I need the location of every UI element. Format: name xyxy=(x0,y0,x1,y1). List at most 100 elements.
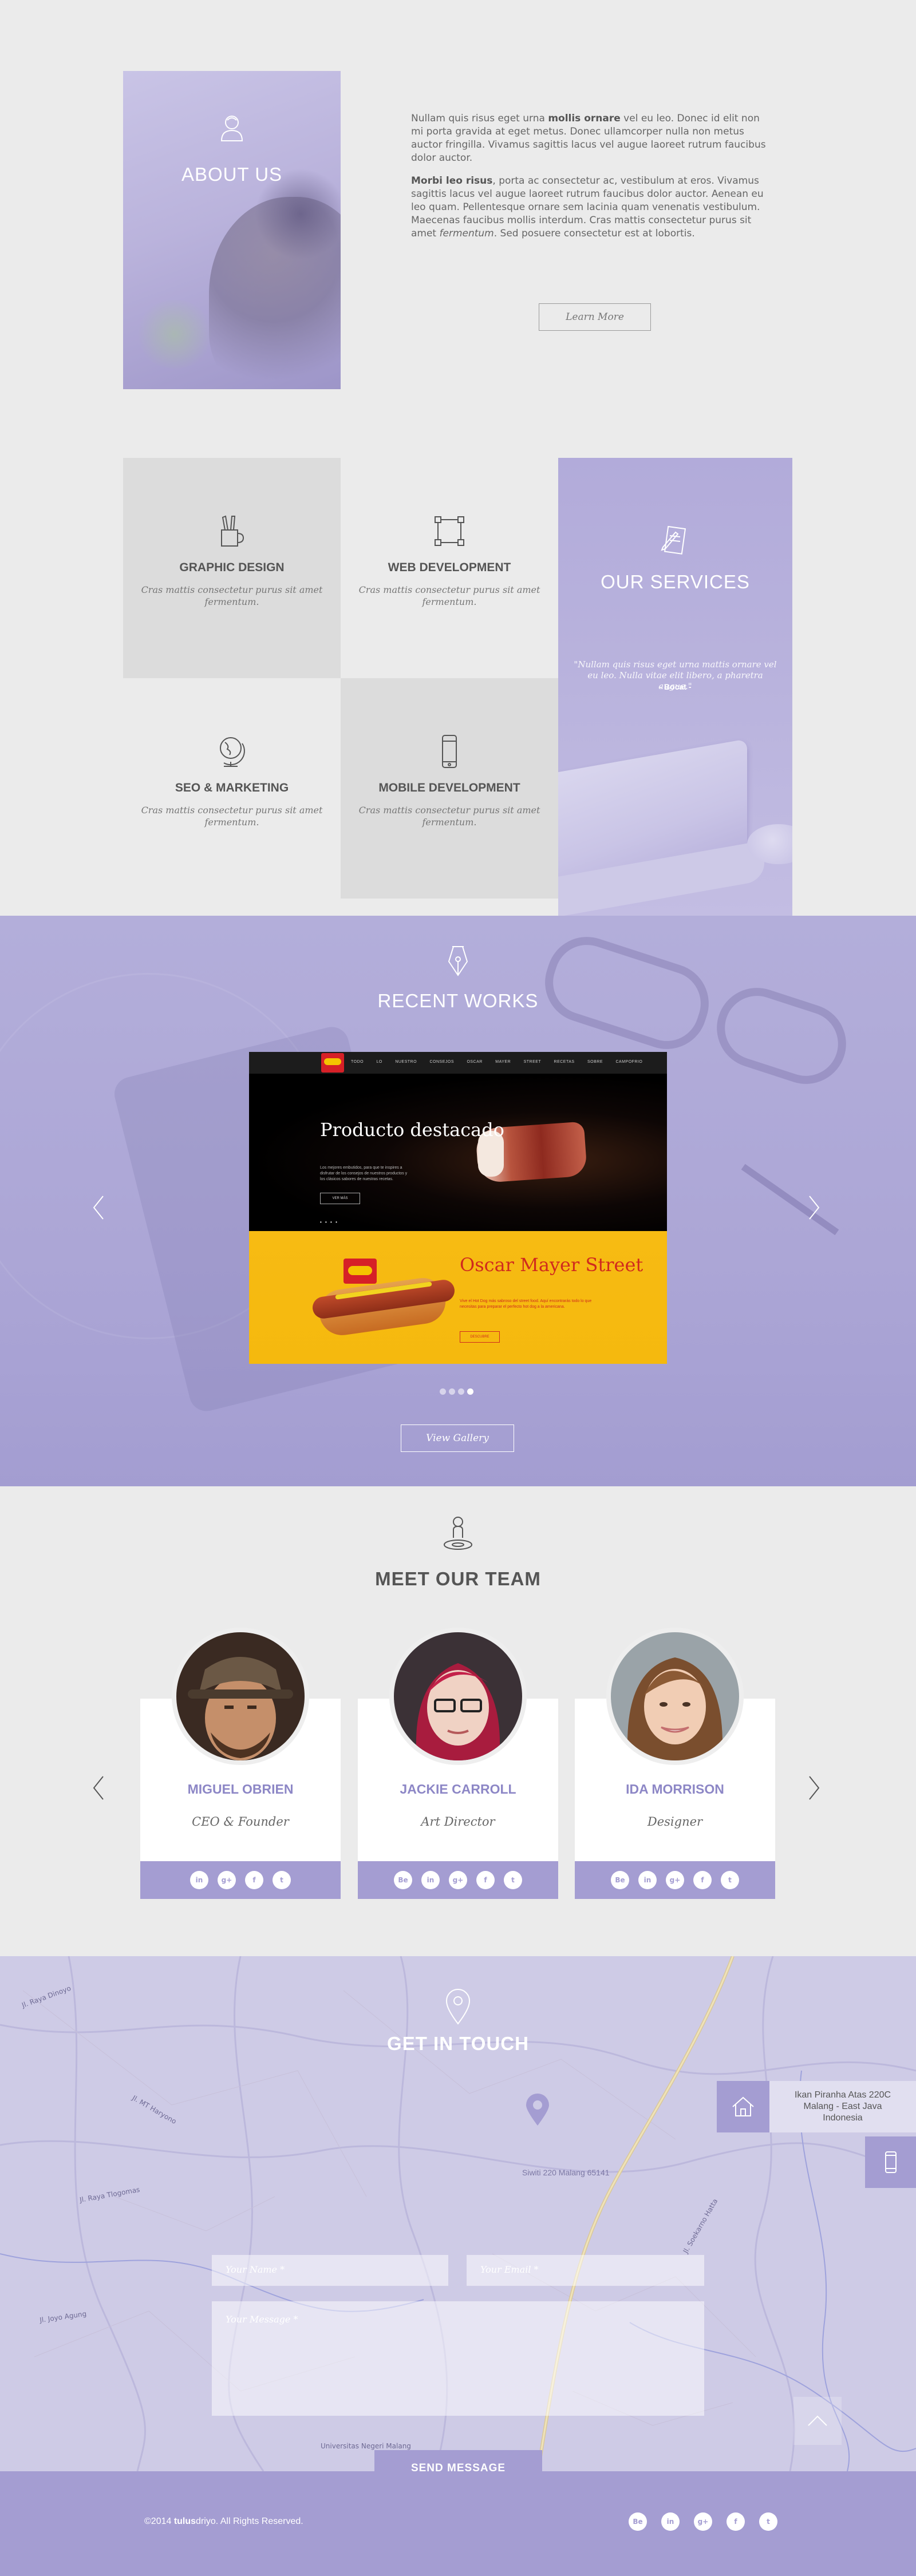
copyright: ©2014 tulusdriyo. All Rights Reserved. xyxy=(144,2516,303,2526)
chevron-right-icon[interactable] xyxy=(807,1774,821,1802)
linkedin-icon[interactable]: in xyxy=(638,1871,657,1889)
member-role: Designer xyxy=(647,1815,703,1829)
services-title: OUR SERVICES xyxy=(601,571,750,592)
svg-text:Universitas Negeri Malang: Universitas Negeri Malang xyxy=(321,2442,411,2450)
map-label: Siwiti 220 Malang 65141 xyxy=(522,2168,610,2177)
service-web-development: WEB DEVELOPMENT Cras mattis consectetur … xyxy=(341,458,558,678)
location-pin-icon xyxy=(445,1989,471,2025)
chevron-left-icon[interactable] xyxy=(92,1774,105,1802)
linkedin-icon[interactable]: in xyxy=(661,2512,680,2531)
member-social: Be in g+ f t xyxy=(358,1861,558,1899)
service-seo-marketing: SEO & MARKETING Cras mattis consectetur … xyxy=(123,678,341,899)
twitter-icon[interactable]: t xyxy=(273,1871,291,1889)
twitter-icon[interactable]: t xyxy=(759,2512,777,2531)
behance-icon[interactable]: Be xyxy=(394,1871,412,1889)
member-social: in g+ f t xyxy=(140,1861,341,1899)
facebook-icon[interactable]: f xyxy=(476,1871,495,1889)
slide-hero-dots: • • • • xyxy=(320,1220,338,1225)
behance-icon[interactable]: Be xyxy=(629,2512,647,2531)
service-title: MOBILE DEVELOPMENT xyxy=(378,781,520,794)
member-name: MIGUEL OBRIEN xyxy=(187,1782,294,1797)
slide-menu: TODO LO NUESTRO CONSEJOS OSCAR MAYER STR… xyxy=(351,1060,643,1064)
twitter-icon[interactable]: t xyxy=(721,1871,739,1889)
service-title: GRAPHIC DESIGN xyxy=(179,561,285,574)
works-slide[interactable]: TODO LO NUESTRO CONSEJOS OSCAR MAYER STR… xyxy=(249,1052,667,1364)
recent-works-section: RECENT WORKS TODO LO NUESTRO CONSEJOS OS… xyxy=(0,916,916,1486)
user-icon xyxy=(220,116,243,141)
team-card: JACKIE CARROLL Art Director Be in g+ f t xyxy=(358,1628,558,1899)
view-gallery-button[interactable]: View Gallery xyxy=(401,1424,514,1452)
smartphone-icon xyxy=(442,735,457,768)
carousel-dot[interactable] xyxy=(458,1388,464,1395)
service-desc: Cras mattis consectetur purus sit amet f… xyxy=(358,584,540,607)
works-title: RECENT WORKS xyxy=(377,990,539,1011)
pen-nib-icon xyxy=(448,946,468,976)
google-plus-icon[interactable]: g+ xyxy=(694,2512,712,2531)
google-plus-icon[interactable]: g+ xyxy=(218,1871,236,1889)
slide-logo xyxy=(321,1053,344,1073)
slide-promo-title: Oscar Mayer Street xyxy=(460,1254,643,1276)
service-desc: Cras mattis consectetur purus sit amet f… xyxy=(141,805,323,828)
phone-icon[interactable] xyxy=(865,2136,916,2188)
carousel-dot[interactable] xyxy=(440,1388,446,1395)
send-message-button[interactable]: SEND MESSAGE xyxy=(374,2450,542,2471)
carousel-dot[interactable] xyxy=(449,1388,455,1395)
member-role: CEO & Founder xyxy=(192,1815,289,1829)
services-panel: OUR SERVICES "Nullam quis risus eget urn… xyxy=(558,458,792,916)
google-plus-icon[interactable]: g+ xyxy=(666,1871,684,1889)
slide-promo: Oscar Mayer Street Vive el Hot Dog más s… xyxy=(249,1231,667,1364)
team-card: IDA MORRISON Designer Be in g+ f t xyxy=(575,1628,775,1899)
document-pen-icon xyxy=(661,525,686,555)
learn-more-button[interactable]: Learn More xyxy=(539,303,651,331)
facebook-icon[interactable]: f xyxy=(693,1871,712,1889)
avatar xyxy=(389,1628,527,1765)
contact-title: GET IN TOUCH xyxy=(387,2033,529,2054)
service-desc: Cras mattis consectetur purus sit amet f… xyxy=(141,584,323,607)
chevron-up-icon xyxy=(808,2415,827,2426)
footer xyxy=(0,2471,916,2576)
vector-square-icon xyxy=(435,516,464,546)
slide-hero-text: Los mejores embutidos, para que te inspi… xyxy=(320,1166,408,1181)
linkedin-icon[interactable]: in xyxy=(190,1871,208,1889)
slide-hero-title: Producto destacado xyxy=(320,1119,504,1141)
carousel-dots[interactable] xyxy=(440,1388,476,1395)
about-title: ABOUT US xyxy=(181,164,283,185)
footer-social: Be in g+ f t xyxy=(629,2512,777,2531)
facebook-icon[interactable]: f xyxy=(245,1871,263,1889)
slide-navbar: TODO LO NUESTRO CONSEJOS OSCAR MAYER STR… xyxy=(249,1052,667,1074)
google-plus-icon[interactable]: g+ xyxy=(449,1871,467,1889)
service-mobile-development: MOBILE DEVELOPMENT Cras mattis consectet… xyxy=(341,678,558,899)
slide-hero-button: VER MÁS xyxy=(320,1193,360,1204)
team-title: MEET OUR TEAM xyxy=(375,1568,541,1589)
address-box: Ikan Piranha Atas 220C Malang - East Java… xyxy=(717,2081,916,2132)
member-social: Be in g+ f t xyxy=(575,1861,775,1899)
slide-promo-button: DESCUBRE xyxy=(460,1331,500,1343)
back-to-top-button[interactable] xyxy=(793,2397,842,2445)
avatar xyxy=(172,1628,309,1765)
map-marker-icon[interactable] xyxy=(524,2092,551,2127)
service-desc: Cras mattis consectetur purus sit amet f… xyxy=(358,805,540,828)
service-graphic-design: GRAPHIC DESIGN Cras mattis consectetur p… xyxy=(123,458,341,678)
chevron-right-icon[interactable] xyxy=(807,1194,821,1221)
email-input[interactable] xyxy=(467,2255,704,2286)
pencil-cup-icon xyxy=(221,515,244,547)
address-text: Ikan Piranha Atas 220C Malang - East Java… xyxy=(769,2081,916,2132)
about-text: Nullam quis risus eget urna mollis ornar… xyxy=(411,113,766,239)
facebook-icon[interactable]: f xyxy=(727,2512,745,2531)
chevron-left-icon[interactable] xyxy=(92,1194,105,1221)
user-pin-icon xyxy=(444,1517,472,1550)
twitter-icon[interactable]: t xyxy=(504,1871,522,1889)
linkedin-icon[interactable]: in xyxy=(421,1871,440,1889)
message-textarea[interactable] xyxy=(212,2301,704,2416)
slide-promo-text: Vive el Hot Dog más sabroso del street f… xyxy=(460,1299,592,1309)
behance-icon[interactable]: Be xyxy=(611,1871,629,1889)
team-card: MIGUEL OBRIEN CEO & Founder in g+ f t xyxy=(140,1628,341,1899)
member-name: JACKIE CARROLL xyxy=(400,1782,516,1797)
service-title: SEO & MARKETING xyxy=(175,781,289,794)
slide-hero: Producto destacado Los mejores embutidos… xyxy=(249,1074,667,1231)
contact-section: Jl. Raya Dinoyo Jl. Raya Tlogomas Jl. MT… xyxy=(0,1956,916,2471)
service-title: WEB DEVELOPMENT xyxy=(388,561,511,574)
home-icon[interactable] xyxy=(717,2081,769,2132)
name-input[interactable] xyxy=(212,2255,448,2286)
carousel-dot-active[interactable] xyxy=(467,1388,473,1395)
